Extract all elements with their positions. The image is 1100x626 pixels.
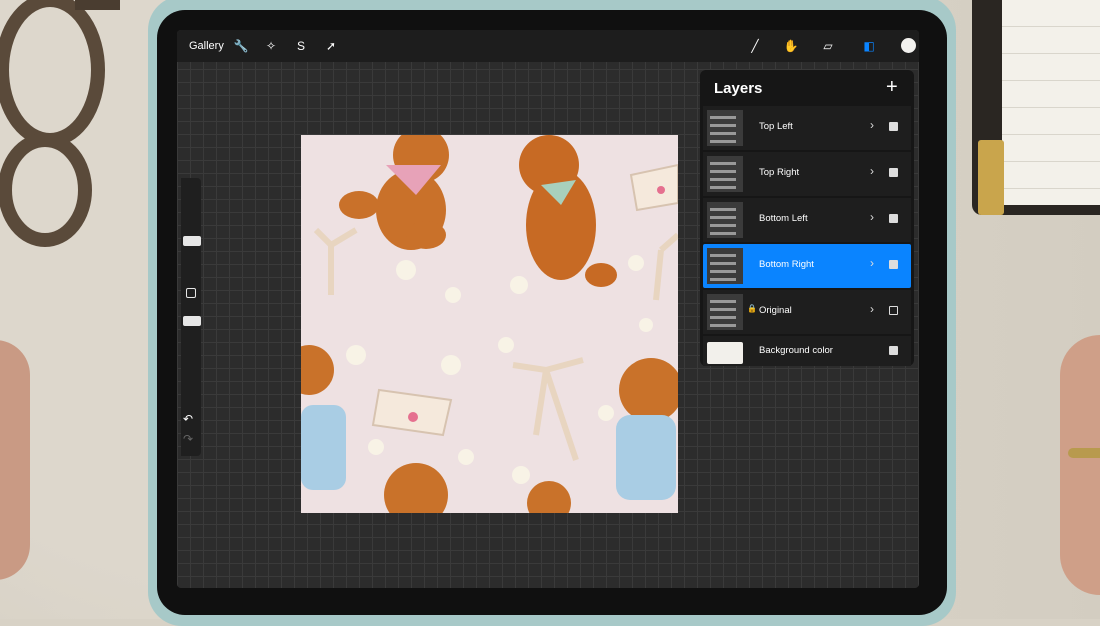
chevron-right-icon[interactable]: › — [870, 256, 874, 270]
chevron-right-icon[interactable]: › — [870, 164, 874, 178]
artwork-canvas[interactable] — [301, 135, 678, 513]
layer-name: Top Right — [759, 167, 800, 178]
smudge-icon[interactable]: ✋ — [783, 38, 799, 54]
layers-title: Layers — [714, 80, 763, 97]
eraser-icon[interactable]: ▱ — [820, 38, 836, 54]
magic-wand-icon[interactable]: ✧ — [263, 38, 279, 54]
layer-row-top-left[interactable]: Top Left › — [703, 106, 911, 150]
layer-row-background[interactable]: Background color — [703, 336, 911, 366]
add-layer-button[interactable]: + — [886, 76, 898, 99]
layer-thumbnail — [707, 110, 743, 146]
bear-illustration — [616, 358, 678, 500]
procreate-screen: Gallery 🔧 ✧ S ➚ ╱ ✋ ▱ ◧ ↶ ↷ Layers + Top… — [177, 30, 919, 588]
layer-visibility-checkbox[interactable] — [889, 122, 898, 131]
layer-thumbnail — [707, 202, 743, 238]
left-sidebar: ↶ ↷ — [181, 178, 201, 456]
layer-row-bottom-right[interactable]: Bottom Right › — [703, 244, 911, 288]
layer-name: Bottom Left — [759, 213, 808, 224]
layers-panel: Layers + Top Left › Top Right › Bottom L… — [700, 70, 914, 366]
chevron-right-icon[interactable]: › — [870, 302, 874, 316]
top-toolbar: Gallery 🔧 ✧ S ➚ ╱ ✋ ▱ ◧ — [177, 30, 919, 62]
brush-size-slider[interactable] — [183, 236, 201, 246]
layer-row-original[interactable]: 🔒 Original › — [703, 290, 911, 334]
left-hand — [0, 340, 30, 580]
undo-icon[interactable]: ↶ — [183, 412, 193, 426]
layer-name: Top Left — [759, 121, 793, 132]
chevron-right-icon[interactable]: › — [870, 210, 874, 224]
layer-thumbnail — [707, 156, 743, 192]
chevron-right-icon[interactable]: › — [870, 118, 874, 132]
layer-visibility-checkbox[interactable] — [889, 306, 898, 315]
layer-row-top-right[interactable]: Top Right › — [703, 152, 911, 196]
modify-button[interactable] — [186, 288, 196, 298]
layer-name: Original — [759, 305, 792, 316]
gallery-button[interactable]: Gallery — [189, 40, 224, 52]
layer-visibility-checkbox[interactable] — [889, 214, 898, 223]
lock-icon: 🔒 — [747, 304, 757, 313]
redo-icon[interactable]: ↷ — [183, 432, 193, 446]
flower-illustration — [346, 255, 653, 484]
layer-name: Background color — [759, 345, 833, 356]
opacity-slider[interactable] — [183, 316, 201, 326]
wrench-icon[interactable]: 🔧 — [233, 38, 249, 54]
layer-name: Bottom Right — [759, 259, 814, 270]
layer-visibility-checkbox[interactable] — [889, 346, 898, 355]
layer-visibility-checkbox[interactable] — [889, 260, 898, 269]
ring — [1068, 448, 1100, 458]
glasses-image — [0, 0, 120, 247]
notebook-image — [972, 0, 1100, 215]
bear-illustration — [519, 135, 617, 287]
transform-arrow-icon[interactable]: ➚ — [323, 38, 339, 54]
color-picker-button[interactable] — [901, 38, 916, 53]
right-hand — [1060, 335, 1100, 595]
layers-icon[interactable]: ◧ — [861, 38, 877, 54]
layer-visibility-checkbox[interactable] — [889, 168, 898, 177]
layer-thumbnail — [707, 248, 743, 284]
selection-icon[interactable]: S — [293, 38, 309, 54]
layer-row-bottom-left[interactable]: Bottom Left › — [703, 198, 911, 242]
layer-thumbnail — [707, 294, 743, 330]
teddy-pattern-artwork — [301, 135, 678, 513]
brush-icon[interactable]: ╱ — [747, 38, 763, 54]
background-color-swatch[interactable] — [707, 342, 743, 364]
